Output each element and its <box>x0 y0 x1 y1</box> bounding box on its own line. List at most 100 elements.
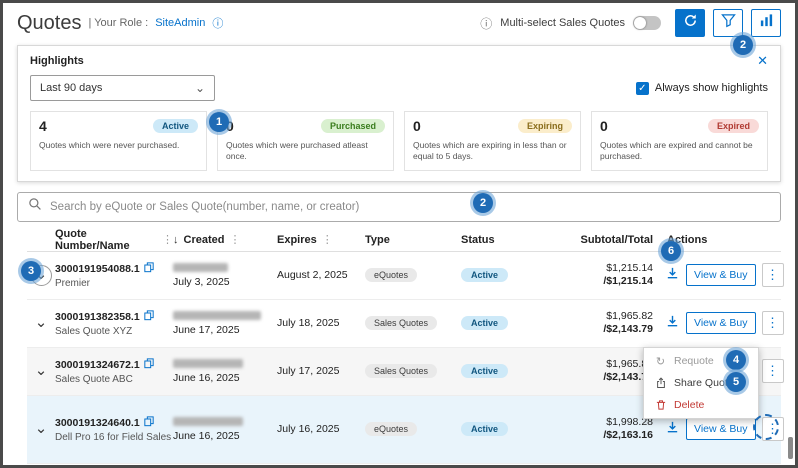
subtotal-value: $1,965.82 <box>565 310 653 323</box>
role-info-icon[interactable]: ⓘ <box>212 15 223 31</box>
row-actions-menu-button[interactable]: ⋮ <box>762 311 784 335</box>
quote-number: 3000191324640.1 <box>55 417 140 429</box>
title-group: Quotes | Your Role : SiteAdmin ⓘ <box>17 12 223 35</box>
annotation-callout-2: 2 <box>733 35 753 55</box>
col-type: Type <box>365 234 390 246</box>
search-input[interactable] <box>50 201 770 213</box>
total-value: /$2,143.79 <box>565 323 653 336</box>
active-count: 4 <box>39 118 47 134</box>
expires-date: July 18, 2025 <box>277 317 365 329</box>
multi-select-info-icon[interactable]: ⓘ <box>480 15 492 32</box>
purchased-description: Quotes which were purchased atleast once… <box>226 140 385 163</box>
expiring-badge: Expiring <box>518 119 572 133</box>
top-bar: Quotes | Your Role : SiteAdmin ⓘ ⓘ Multi… <box>3 3 795 43</box>
expires-date: August 2, 2025 <box>277 269 365 281</box>
active-description: Quotes which were never purchased. <box>39 140 198 151</box>
date-range-select[interactable]: Last 90 days ⌄ <box>30 75 215 101</box>
redacted-creator-name <box>173 417 243 426</box>
expires-date: July 17, 2025 <box>277 365 365 377</box>
redacted-creator-name <box>173 263 228 272</box>
quote-name: Sales Quote ABC <box>55 374 173 385</box>
column-menu-icon[interactable]: ⋮ <box>322 233 333 246</box>
refresh-icon <box>683 13 698 33</box>
row-expand-chevron-icon[interactable]: ⌄ <box>35 424 48 434</box>
row-expand-chevron-icon[interactable]: ⌄ <box>35 366 48 376</box>
page-title: Quotes <box>17 12 81 35</box>
annotation-callout-3: 3 <box>21 261 41 281</box>
always-show-label: Always show highlights <box>655 82 768 94</box>
copy-icon[interactable] <box>144 262 154 276</box>
view-buy-button[interactable]: View & Buy <box>686 312 756 334</box>
role-prefix: | Your Role : <box>88 17 148 29</box>
download-button[interactable] <box>665 420 680 438</box>
search-icon <box>28 197 42 216</box>
row-expand-chevron-icon[interactable]: ⌄ <box>35 318 48 328</box>
view-buy-button[interactable]: View & Buy <box>686 264 756 286</box>
copy-icon[interactable] <box>144 358 154 372</box>
row-actions-menu-button[interactable]: ⋮ <box>762 263 784 287</box>
annotation-callout-1: 1 <box>209 112 229 132</box>
quote-name: Sales Quote XYZ <box>55 326 173 337</box>
filter-icon <box>721 13 736 33</box>
download-icon <box>665 266 680 284</box>
view-buy-button[interactable]: View & Buy <box>686 418 756 440</box>
row-actions-menu-button[interactable]: ⋮ <box>762 359 784 383</box>
chart-button[interactable] <box>751 9 781 37</box>
requote-icon: ↻ <box>654 355 667 368</box>
annotation-dashed-circle <box>753 414 779 440</box>
col-expires: Expires <box>277 234 317 246</box>
always-show-checkbox[interactable]: ✓ <box>636 82 649 95</box>
download-icon <box>665 420 680 438</box>
col-status: Status <box>461 234 495 246</box>
download-button[interactable] <box>665 266 680 284</box>
status-badge: Active <box>461 268 508 282</box>
quotes-table: Quote Number/Name⋮ ↓Created⋮ Expires⋮ Ty… <box>27 228 781 464</box>
highlight-card-expired: 0 Expired Quotes which are expired and c… <box>591 111 768 171</box>
quote-name: Premier <box>55 278 173 289</box>
annotation-callout-2b: 2 <box>473 193 493 213</box>
redacted-creator-name <box>173 311 261 320</box>
copy-icon[interactable] <box>144 416 154 430</box>
menu-item-delete[interactable]: Delete <box>644 394 758 416</box>
annotation-callout-4: 4 <box>726 350 746 370</box>
status-badge: Active <box>461 422 508 436</box>
highlight-card-active: 4 Active Quotes which were never purchas… <box>30 111 207 171</box>
quote-number: 3000191382358.1 <box>55 311 140 323</box>
highlights-panel: Highlights ✕ Last 90 days ⌄ ✓ Always sho… <box>17 45 781 182</box>
chevron-down-icon: ⌄ <box>195 85 205 91</box>
quote-type-badge: Sales Quotes <box>365 316 437 330</box>
menu-item-label: Delete <box>674 399 704 411</box>
search-bar <box>17 192 781 222</box>
table-row: ⌄ 3000191382358.1 Sales Quote XYZ June 1… <box>27 300 781 348</box>
highlights-close-icon[interactable]: ✕ <box>757 54 768 67</box>
role-value-link[interactable]: SiteAdmin <box>155 17 205 29</box>
expired-count: 0 <box>600 118 608 134</box>
created-date: June 16, 2025 <box>173 430 277 442</box>
always-show-row: ✓ Always show highlights <box>636 82 768 95</box>
trash-icon <box>654 399 667 411</box>
created-date: June 16, 2025 <box>173 372 277 384</box>
quote-number: 3000191324672.1 <box>55 359 140 371</box>
filter-button[interactable] <box>713 9 743 37</box>
total-value: /$2,143.79 <box>565 371 653 384</box>
status-badge: Active <box>461 316 508 330</box>
refresh-button[interactable] <box>675 9 705 37</box>
highlight-cards: 4 Active Quotes which were never purchas… <box>30 111 768 171</box>
annotation-callout-5: 5 <box>726 372 746 392</box>
bar-chart-icon <box>759 13 774 33</box>
copy-icon[interactable] <box>144 310 154 324</box>
subtotal-value: $1,998.28 <box>565 416 653 429</box>
col-created: Created <box>184 234 225 246</box>
download-button[interactable] <box>665 314 680 332</box>
purchased-badge: Purchased <box>321 119 385 133</box>
sort-desc-icon[interactable]: ↓ <box>173 234 179 246</box>
column-menu-icon[interactable]: ⋮ <box>162 233 173 246</box>
quotes-page: Quotes | Your Role : SiteAdmin ⓘ ⓘ Multi… <box>0 0 798 468</box>
scrollbar-thumb[interactable] <box>788 437 793 459</box>
created-date: July 3, 2025 <box>173 276 277 288</box>
subtotal-value: $1,965.82 <box>565 358 653 371</box>
multi-select-toggle[interactable] <box>633 16 661 30</box>
menu-item-label: Share Quote <box>674 377 734 389</box>
column-menu-icon[interactable]: ⋮ <box>229 233 240 246</box>
quote-type-badge: eQuotes <box>365 268 417 282</box>
